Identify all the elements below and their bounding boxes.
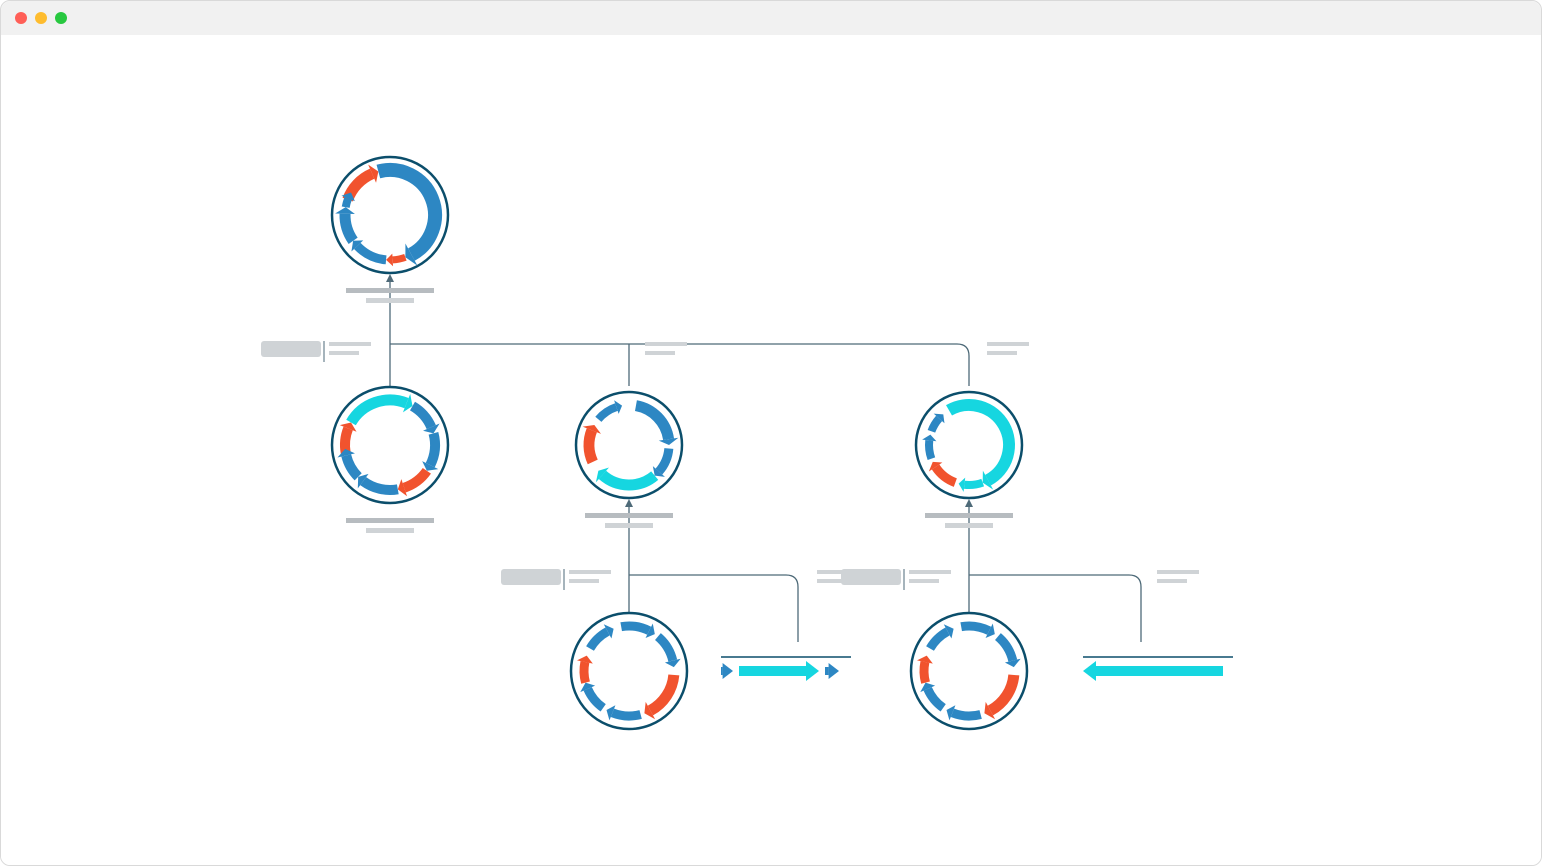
branch-label [261,341,371,362]
branch-label [501,569,611,590]
app-window [0,0,1542,866]
close-icon[interactable] [15,12,27,24]
branch-label [841,569,951,590]
minimize-icon[interactable] [35,12,47,24]
branch-label [645,342,687,355]
branch-label [987,342,1029,355]
branch-pill [841,569,901,585]
node-caption-line [366,298,414,303]
node-caption-line [366,528,414,533]
branch-pill [261,341,321,357]
branch-label [1157,570,1199,583]
branch-pill [501,569,561,585]
diagram-canvas[interactable] [1,35,1541,865]
node-caption-line [346,518,434,523]
node-caption-line [346,288,434,293]
zoom-icon[interactable] [55,12,67,24]
titlebar [1,1,1541,36]
